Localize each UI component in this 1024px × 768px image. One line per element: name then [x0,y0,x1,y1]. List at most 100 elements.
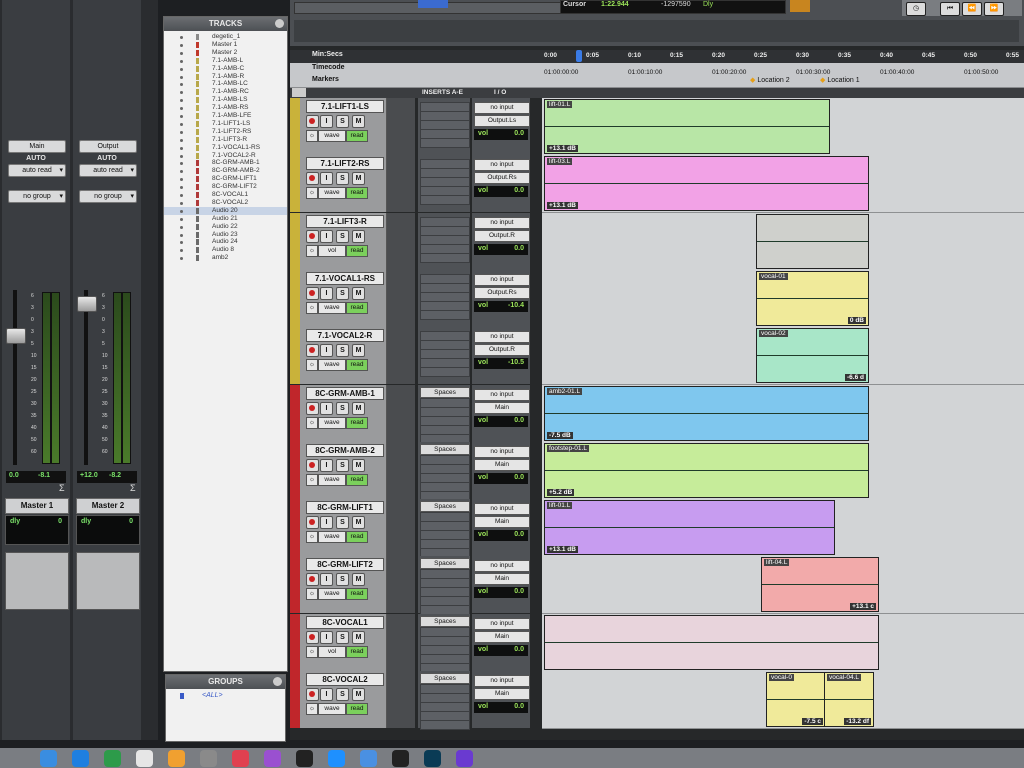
show-track-dot-icon[interactable] [180,201,183,205]
input-selector[interactable]: no input [474,617,530,630]
show-track-dot-icon[interactable] [180,217,183,221]
record-enable-button[interactable] [306,115,319,128]
output-selector[interactable]: Output.Rs [474,286,530,299]
show-track-dot-icon[interactable] [180,249,183,253]
group-selector[interactable]: no group [8,190,66,203]
track-name[interactable]: 7.1-LIFT1-LS [306,100,384,113]
input-monitor-button[interactable]: I [320,344,333,358]
track-list-item[interactable]: 8C-GRM-LIFT1 [164,175,287,183]
show-track-dot-icon[interactable] [180,154,183,158]
rec-enable-button[interactable] [790,0,810,12]
fader-handle[interactable] [6,328,26,344]
solo-button[interactable]: S [336,630,349,644]
loop-button[interactable]: ◷ [906,2,926,16]
playlist-icon[interactable]: ☼ [306,531,318,544]
panel-menu-button[interactable] [275,19,284,28]
podcasts-icon[interactable] [264,750,281,767]
track-name[interactable]: 8C-GRM-AMB-2 [306,443,384,457]
input-selector[interactable]: no input [474,388,530,401]
solo-button[interactable]: S [336,516,349,530]
track-list-item[interactable]: 7.1-LIFT3-R [164,136,287,144]
automation-mode-button[interactable]: read [346,187,368,200]
track-list-item[interactable]: 7.1-AMB-R [164,73,287,81]
record-enable-button[interactable] [306,286,319,300]
show-track-dot-icon[interactable] [180,75,183,79]
track-list-item[interactable]: Audio 23 [164,231,287,239]
photos-icon[interactable] [168,750,185,767]
automation-mode-button[interactable]: read [346,244,368,257]
playlist-icon[interactable]: ☼ [306,244,318,257]
output-selector[interactable]: Main [474,688,530,700]
track-list-item[interactable]: 7.1-AMB-RC [164,88,287,96]
input-selector[interactable]: no input [474,273,530,286]
show-track-dot-icon[interactable] [180,209,183,213]
track-name-label[interactable]: Master 2 [76,498,140,514]
record-enable-button[interactable] [306,630,319,644]
mute-button[interactable]: M [352,344,365,358]
automation-mode-button[interactable]: read [346,473,368,486]
automation-mode-selector[interactable]: auto read [8,164,66,177]
automation-mode-button[interactable]: read [346,531,368,544]
track-view-selector[interactable]: wave [318,130,346,142]
track-name[interactable]: 7.1-VOCAL1-RS [306,271,384,285]
track-list-item[interactable]: 7.1-VOCAL2-R [164,152,287,160]
show-track-dot-icon[interactable] [180,99,183,103]
track-list-item[interactable]: 7.1-AMB-LFE [164,112,287,120]
output-selector[interactable]: Output.R [474,344,530,357]
edit-tool-button[interactable] [418,0,448,8]
volume-fader[interactable]: 6 3 0 3 5 10 15 20 25 30 35 40 50 60 [77,290,137,465]
group-selector[interactable]: no group [79,190,137,203]
track-list-item[interactable]: 7.1-AMB-C [164,65,287,73]
track-list-item[interactable]: degetic_1 [164,33,287,41]
volume-display[interactable]: vol -10.5 [474,358,528,370]
show-track-dot-icon[interactable] [180,194,183,197]
show-track-dot-icon[interactable] [180,170,183,174]
automation-mode-button[interactable]: read [346,130,368,142]
sigma-icon[interactable]: Σ [130,483,136,493]
solo-button[interactable]: S [336,229,349,243]
track-list-item[interactable]: Audio 8 [164,246,287,254]
track-list-item[interactable]: 8C-GRM-AMB-2 [164,167,287,175]
marker-location-1[interactable]: ◆ Location 1 [820,76,860,84]
insert-slot[interactable] [420,720,470,730]
sigma-icon[interactable]: Σ [59,483,65,493]
track-list-item[interactable]: 7.1-LIFT1-LS [164,120,287,128]
show-track-dot-icon[interactable] [180,225,183,229]
insert-plugin-button[interactable]: Spaces [420,615,470,627]
solo-button[interactable]: S [336,286,349,300]
track-list-item[interactable]: 8C-VOCAL1 [164,191,287,199]
settings-icon[interactable] [200,750,217,767]
record-enable-button[interactable] [306,458,319,472]
output-selector[interactable]: Main [474,573,530,586]
track-view-selector[interactable]: vol [318,244,346,257]
track-view-selector[interactable]: wave [318,588,346,601]
audio-clip[interactable]: lift-03.L +13.1 dB [544,156,869,212]
mute-button[interactable]: M [352,516,365,530]
fader-handle[interactable] [77,296,97,312]
track-name[interactable]: 8C-GRM-AMB-1 [306,386,384,400]
track-view-selector[interactable]: wave [318,531,346,544]
marker-location-2[interactable]: ◆ Location 2 [750,76,790,84]
track-list-item[interactable]: 7.1-AMB-RS [164,104,287,112]
insert-plugin-button[interactable]: Spaces [420,673,470,684]
insert-slot[interactable] [420,138,470,148]
rewind-button[interactable]: ⏪ [962,2,982,16]
playlist-icon[interactable]: ☼ [306,416,318,429]
track-name[interactable]: 8C-GRM-LIFT2 [306,558,384,572]
track-list-item[interactable]: 7.1-VOCAL1-RS [164,144,287,152]
show-track-dot-icon[interactable] [180,43,183,47]
track-list-item[interactable]: amb2 [164,254,287,262]
record-enable-button[interactable] [306,344,319,358]
track-list-item[interactable]: Audio 24 [164,238,287,246]
record-enable-button[interactable] [306,688,319,701]
playlist-icon[interactable]: ☼ [306,130,318,142]
solo-button[interactable]: S [336,172,349,186]
show-track-dot-icon[interactable] [180,257,183,261]
input-monitor-button[interactable]: I [320,286,333,300]
insert-slot[interactable] [420,367,470,378]
show-track-dot-icon[interactable] [180,162,183,166]
volume-display[interactable]: vol 0.0 [474,129,528,140]
track-view-selector[interactable]: wave [318,359,346,372]
finder-icon[interactable] [40,750,57,767]
automation-mode-button[interactable]: read [346,301,368,314]
